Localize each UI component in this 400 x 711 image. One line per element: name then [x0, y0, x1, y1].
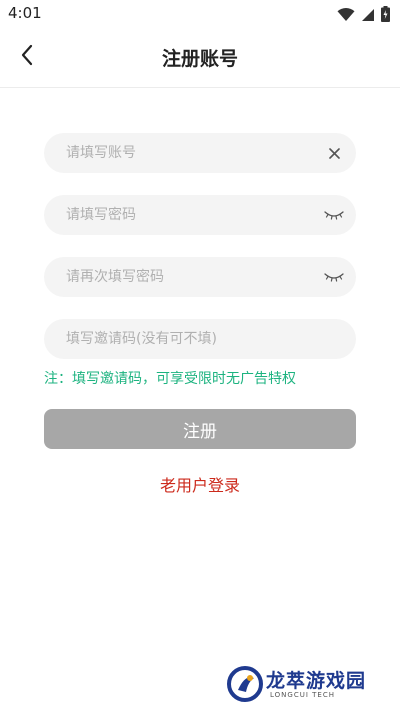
- password-confirm-input[interactable]: [44, 257, 356, 297]
- password-input[interactable]: [44, 195, 356, 235]
- status-icons: [337, 6, 390, 26]
- app-bar: 注册账号: [0, 28, 400, 88]
- invite-code-field: [44, 319, 356, 359]
- watermark-subtext: LONGCUI TECH: [270, 691, 335, 699]
- invite-code-input[interactable]: [44, 319, 356, 359]
- status-time: 4:01: [8, 4, 42, 22]
- watermark-logo: 龙萃游戏园 LONGCUI TECH: [226, 662, 396, 707]
- eye-closed-icon[interactable]: [324, 267, 344, 287]
- password-confirm-field: [44, 257, 356, 297]
- page-title: 注册账号: [161, 48, 238, 70]
- status-bar: 4:01: [0, 0, 400, 28]
- watermark-text: 龙萃游戏园: [266, 670, 367, 692]
- account-input[interactable]: [44, 133, 356, 173]
- signal-icon: [361, 7, 375, 26]
- password-field: [44, 195, 356, 235]
- clear-icon[interactable]: [324, 143, 344, 163]
- eye-closed-icon[interactable]: [324, 205, 344, 225]
- register-button[interactable]: 注册: [44, 409, 356, 449]
- account-field: [44, 133, 356, 173]
- logo-icon: [227, 666, 263, 702]
- battery-icon: [381, 6, 390, 26]
- old-user-login-link[interactable]: 老用户登录: [0, 472, 400, 496]
- invite-hint: 注：填写邀请码，可享受限时无广告特权: [44, 371, 296, 387]
- wifi-icon: [337, 7, 355, 26]
